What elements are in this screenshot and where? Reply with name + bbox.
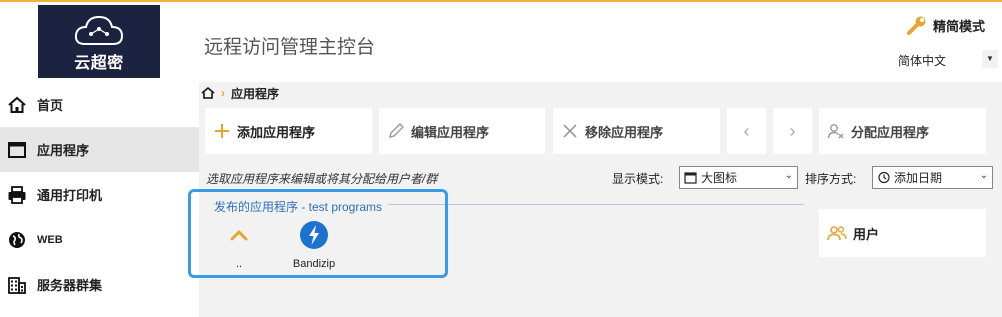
large-icon-mode-icon: [684, 171, 697, 184]
assign-application-button[interactable]: 分配应用程序: [819, 108, 986, 154]
sidebar-item-web[interactable]: WEB: [0, 217, 199, 262]
sort-value: 添加日期: [894, 171, 943, 185]
breadcrumb-current: 应用程序: [231, 86, 280, 101]
sidebar-item-label: 通用打印机: [37, 188, 103, 203]
add-application-button[interactable]: 添加应用程序: [205, 108, 372, 154]
building-icon: [8, 276, 26, 294]
close-icon: [561, 122, 579, 140]
parent-folder-item[interactable]: ..: [209, 220, 269, 270]
chevron-up-icon: [230, 230, 248, 241]
remove-application-label: 移除应用程序: [585, 124, 664, 140]
sidebar-item-server-cluster[interactable]: 服务器群集: [0, 262, 199, 307]
simple-mode-button[interactable]: 精简模式: [906, 14, 985, 36]
add-application-label: 添加应用程序: [237, 124, 316, 140]
users-icon: [827, 226, 847, 241]
chevron-right-icon: ›: [221, 86, 225, 100]
window-icon: [8, 141, 26, 158]
sidebar-item-label: 服务器群集: [37, 278, 103, 293]
next-button[interactable]: ›: [773, 108, 812, 154]
assign-application-label: 分配应用程序: [851, 124, 930, 140]
sidebar-item-home[interactable]: 首页: [0, 82, 199, 127]
simple-mode-label: 精简模式: [933, 18, 986, 34]
logo: 云超密: [38, 5, 160, 78]
sidebar-item-applications[interactable]: 应用程序: [0, 127, 199, 172]
chevron-left-icon: ‹: [743, 120, 750, 141]
home-icon[interactable]: [201, 86, 215, 100]
display-mode-select[interactable]: 大图标 ⌄: [679, 166, 798, 189]
chevron-down-icon: ⌄: [784, 170, 793, 181]
logo-text: 云超密: [74, 55, 124, 72]
printer-icon: [8, 185, 26, 204]
previous-button[interactable]: ‹: [727, 108, 766, 154]
language-select[interactable]: 简体中文: [898, 52, 946, 69]
edit-application-label: 编辑应用程序: [411, 124, 490, 140]
sidebar-item-label: 应用程序: [37, 143, 90, 158]
main-content: › 应用程序 添加应用程序 编辑应用程序 移除应用程序 ‹ › 分配应用程序 选…: [188, 82, 1002, 317]
app-tile-label: Bandizip: [292, 258, 336, 270]
history-icon: [877, 171, 890, 184]
bandizip-icon: [300, 221, 328, 249]
app-title: 远程访问管理主控台: [204, 37, 376, 58]
chevron-down-icon: ⌄: [979, 170, 988, 181]
edit-application-button[interactable]: 编辑应用程序: [379, 108, 545, 154]
chevron-right-icon: ›: [789, 120, 796, 141]
plus-icon: [213, 122, 231, 140]
sidebar-item-printer[interactable]: 通用打印机: [0, 172, 199, 217]
selection-hint: 选取应用程序来编辑或将其分配给用户者/群: [206, 172, 438, 186]
sort-select[interactable]: 添加日期 ⌄: [872, 166, 993, 189]
display-mode-label: 显示模式:: [612, 172, 664, 186]
users-panel-label: 用户: [853, 226, 880, 242]
sidebar-item-label: WEB: [37, 233, 63, 246]
users-panel[interactable]: 用户: [819, 209, 986, 257]
display-mode-value: 大图标: [701, 171, 738, 185]
header: 云超密 远程访问管理主控台 精简模式 简体中文 ▼: [0, 2, 1002, 82]
breadcrumb: › 应用程序: [201, 84, 279, 102]
globe-icon: [9, 231, 25, 248]
sidebar: 首页 应用程序 通用打印机 WEB 服务器群集: [0, 82, 199, 317]
remove-application-button[interactable]: 移除应用程序: [553, 108, 720, 154]
assign-user-icon: [827, 122, 845, 140]
wrench-icon: [907, 16, 926, 35]
cloud-logo-icon: [74, 15, 124, 45]
sort-label: 排序方式:: [805, 172, 857, 186]
language-dropdown-icon[interactable]: ▼: [982, 50, 998, 68]
app-tile-bandizip[interactable]: Bandizip: [284, 220, 344, 270]
sidebar-item-label: 首页: [37, 98, 64, 113]
home-icon: [8, 96, 26, 113]
pencil-icon: [387, 122, 405, 140]
parent-folder-label: ..: [235, 258, 243, 270]
